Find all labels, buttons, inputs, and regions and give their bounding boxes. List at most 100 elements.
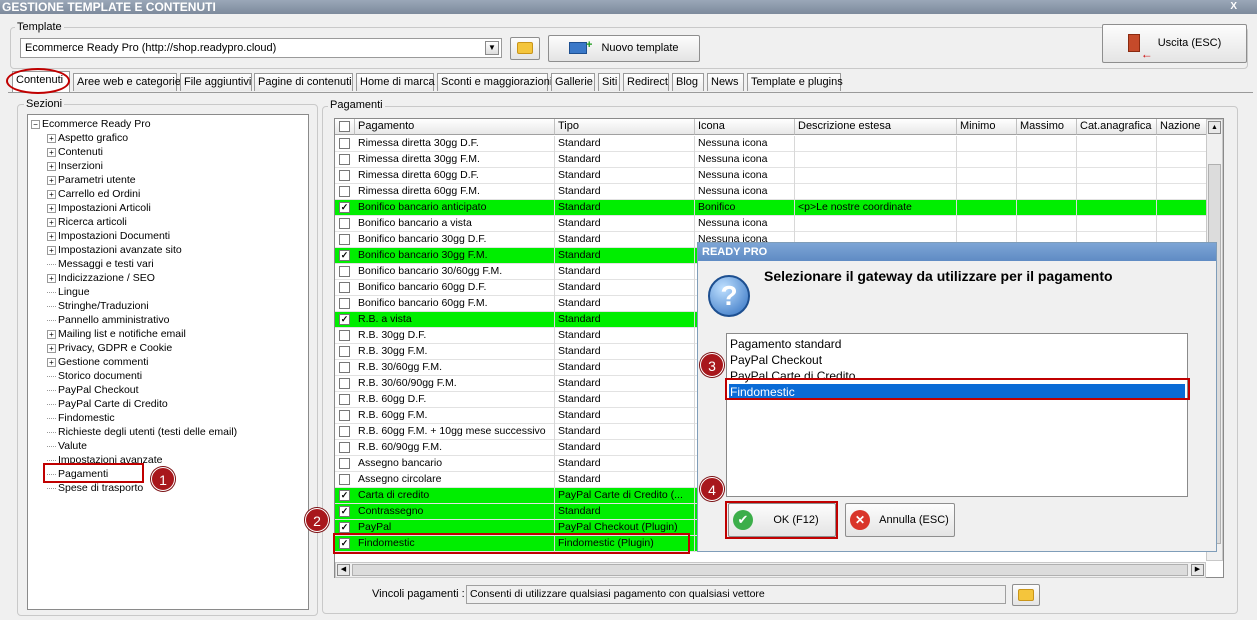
table-row[interactable]: Bonifico bancario a vista Standard Nessuna… [335, 216, 1207, 232]
row-checkbox[interactable] [339, 138, 350, 149]
tree-item[interactable]: + Indicizzazione / SEO [47, 272, 155, 285]
tab-8[interactable]: Redirect [623, 73, 669, 91]
tree-item[interactable]: + Privacy, GDPR e Cookie [47, 342, 172, 355]
template-select[interactable]: Ecommerce Ready Pro (http://shop.readypr… [20, 38, 502, 58]
new-template-button[interactable]: + Nuovo template [548, 35, 700, 62]
row-checkbox[interactable]: ✓ [339, 506, 350, 517]
tree-item[interactable]: + Carrello ed Ordini [47, 188, 140, 201]
expand-icon[interactable]: + [47, 273, 56, 283]
row-checkbox[interactable] [339, 298, 350, 309]
row-checkbox[interactable] [339, 394, 350, 405]
row-checkbox[interactable] [339, 330, 350, 341]
expand-icon[interactable]: + [47, 175, 56, 185]
tree-item[interactable]: + Impostazioni Documenti [47, 230, 170, 243]
expand-icon[interactable]: + [47, 133, 56, 143]
expand-icon[interactable]: + [47, 343, 56, 353]
row-checkbox[interactable]: ✓ [339, 314, 350, 325]
gateway-list[interactable]: Pagamento standard PayPal Checkout PayPal … [726, 333, 1188, 497]
tab-3[interactable]: Pagine di contenuti [254, 73, 353, 91]
select-all-header[interactable] [335, 119, 355, 135]
gateway-option[interactable]: Pagamento standard [729, 336, 1185, 352]
expand-icon[interactable]: + [47, 147, 56, 157]
tree-item[interactable]: Findomestic [47, 412, 115, 425]
tab-9[interactable]: Blog [672, 73, 704, 91]
row-checkbox[interactable]: ✓ [339, 250, 350, 261]
tab-1[interactable]: Aree web e categorie [73, 73, 181, 91]
row-checkbox[interactable] [339, 474, 350, 485]
tree-item[interactable]: Lingue [47, 286, 90, 299]
row-checkbox[interactable] [339, 282, 350, 293]
column-header[interactable]: Nazione [1157, 119, 1207, 135]
row-checkbox[interactable] [339, 154, 350, 165]
open-template-button[interactable] [510, 37, 540, 60]
tab-10[interactable]: News [707, 73, 744, 91]
expand-icon[interactable]: + [47, 329, 56, 339]
tab-6[interactable]: Gallerie [551, 73, 595, 91]
tree-item[interactable]: PayPal Checkout [47, 384, 139, 397]
tab-2[interactable]: File aggiuntivi [180, 73, 252, 91]
row-checkbox[interactable]: ✓ [339, 202, 350, 213]
cancel-button[interactable]: ✕ Annulla (ESC) [845, 503, 955, 537]
constraints-folder-button[interactable] [1012, 584, 1040, 606]
expand-icon[interactable]: + [47, 245, 56, 255]
tree-item[interactable]: PayPal Carte di Credito [47, 398, 168, 411]
row-checkbox[interactable] [339, 266, 350, 277]
tree-item[interactable]: + Mailing list e notifiche email [47, 328, 186, 341]
tab-4[interactable]: Home di marca [356, 73, 435, 91]
row-checkbox[interactable] [339, 378, 350, 389]
tree-item[interactable]: Spese di trasporto [47, 482, 143, 495]
close-icon[interactable]: X [1230, 0, 1237, 14]
row-checkbox[interactable] [339, 442, 350, 453]
collapse-icon[interactable]: − [31, 119, 40, 129]
tree-item[interactable]: Messaggi e testi vari [47, 258, 154, 271]
scroll-right-icon[interactable]: ▶ [1191, 564, 1204, 576]
grid-horizontal-scrollbar[interactable]: ◀ ▶ [335, 562, 1206, 578]
tree-item[interactable]: + Ricerca articoli [47, 216, 127, 229]
column-header[interactable]: Tipo [555, 119, 695, 135]
tree-item[interactable]: Stringhe/Traduzioni [47, 300, 149, 313]
column-header[interactable]: Cat.anagrafica [1077, 119, 1157, 135]
table-row[interactable]: Rimessa diretta 60gg D.F. Standard Nessuna… [335, 168, 1207, 184]
row-checkbox[interactable] [339, 218, 350, 229]
expand-icon[interactable]: + [47, 189, 56, 199]
chevron-down-icon[interactable]: ▼ [485, 41, 499, 55]
sections-tree[interactable]: − Ecommerce Ready Pro + Aspetto grafico + Co… [27, 114, 309, 610]
tree-item[interactable]: Storico documenti [47, 370, 142, 383]
scroll-left-icon[interactable]: ◀ [337, 564, 350, 576]
expand-icon[interactable]: + [47, 357, 56, 367]
column-header[interactable]: Minimo [957, 119, 1017, 135]
tree-root[interactable]: − Ecommerce Ready Pro [31, 118, 151, 131]
tab-7[interactable]: Siti [598, 73, 620, 91]
expand-icon[interactable]: + [47, 217, 56, 227]
gateway-option[interactable]: PayPal Checkout [729, 352, 1185, 368]
row-checkbox[interactable]: ✓ [339, 522, 350, 533]
column-header[interactable]: Massimo [1017, 119, 1077, 135]
row-checkbox[interactable] [339, 426, 350, 437]
scroll-up-icon[interactable]: ▲ [1208, 121, 1221, 134]
tab-5[interactable]: Sconti e maggiorazioni [437, 73, 552, 91]
column-header[interactable]: Icona [695, 119, 795, 135]
row-checkbox[interactable] [339, 234, 350, 245]
row-checkbox[interactable] [339, 186, 350, 197]
tree-item[interactable]: Pannello amministrativo [47, 314, 169, 327]
row-checkbox[interactable] [339, 170, 350, 181]
tree-item[interactable]: + Aspetto grafico [47, 132, 128, 145]
table-row[interactable]: Rimessa diretta 30gg F.M. Standard Nessuna… [335, 152, 1207, 168]
tree-item[interactable]: + Contenuti [47, 146, 103, 159]
table-row[interactable]: Rimessa diretta 30gg D.F. Standard Nessuna… [335, 136, 1207, 152]
row-checkbox[interactable]: ✓ [339, 490, 350, 501]
tree-item[interactable]: + Parametri utente [47, 174, 136, 187]
constraints-field[interactable]: Consenti di utilizzare qualsiasi pagamen… [466, 585, 1006, 604]
tree-item[interactable]: + Impostazioni Articoli [47, 202, 151, 215]
tree-item[interactable]: + Impostazioni avanzate sito [47, 244, 182, 257]
tree-item[interactable]: + Gestione commenti [47, 356, 148, 369]
expand-icon[interactable]: + [47, 231, 56, 241]
table-row[interactable]: Rimessa diretta 60gg F.M. Standard Nessuna… [335, 184, 1207, 200]
row-checkbox[interactable] [339, 346, 350, 357]
tree-item[interactable]: Valute [47, 440, 87, 453]
tree-item[interactable]: + Inserzioni [47, 160, 103, 173]
expand-icon[interactable]: + [47, 203, 56, 213]
tab-11[interactable]: Template e plugins [747, 73, 843, 91]
row-checkbox[interactable] [339, 362, 350, 373]
expand-icon[interactable]: + [47, 161, 56, 171]
